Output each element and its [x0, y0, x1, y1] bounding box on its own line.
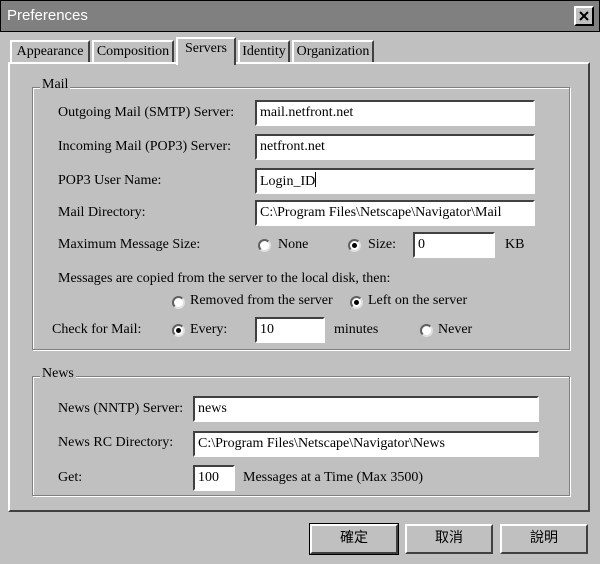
news-rc-label: News RC Directory: — [58, 435, 174, 450]
ok-button[interactable]: 確定 — [309, 523, 399, 555]
get-count-input[interactable]: 100 — [193, 465, 235, 491]
get-label: Get: — [58, 470, 83, 485]
check-interval-input[interactable]: 10 — [255, 317, 325, 343]
left-on-server-label: Left on the server — [368, 293, 468, 308]
pop3-label: Incoming Mail (POP3) Server: — [58, 139, 232, 154]
window-title: Preferences — [7, 7, 88, 24]
news-legend: News — [40, 366, 76, 382]
check-every-radio[interactable] — [172, 324, 185, 337]
check-never-radio[interactable] — [420, 324, 433, 337]
tab-servers[interactable]: Servers — [176, 37, 236, 65]
tab-appearance[interactable]: Appearance — [10, 40, 90, 62]
pop3-username-input[interactable]: Login_ID — [255, 168, 535, 194]
pop3-server-input[interactable]: netfront.net — [255, 134, 535, 160]
text-cursor — [315, 172, 317, 187]
check-never-label: Never — [438, 322, 473, 337]
smtp-label: Outgoing Mail (SMTP) Server: — [58, 105, 235, 120]
check-interval-unit: minutes — [334, 322, 379, 337]
tab-organization[interactable]: Organization — [292, 40, 374, 62]
max-size-none-radio[interactable] — [258, 239, 271, 252]
username-label: POP3 User Name: — [58, 173, 162, 188]
max-size-size-label: Size: — [368, 237, 396, 252]
news-server-input[interactable]: news — [193, 396, 539, 422]
removed-from-server-radio[interactable] — [172, 296, 185, 309]
max-size-none-label: None — [278, 237, 309, 252]
check-every-label: Every: — [190, 322, 228, 337]
check-mail-label: Check for Mail: — [52, 322, 142, 337]
help-button[interactable]: 說明 — [500, 524, 588, 554]
max-size-input[interactable]: 0 — [413, 232, 495, 258]
max-size-label: Maximum Message Size: — [58, 237, 201, 252]
news-rc-directory-input[interactable]: C:\Program Files\Netscape\Navigator\News — [193, 431, 539, 457]
cancel-button[interactable]: 取消 — [405, 524, 493, 554]
username-value: Login_ID — [260, 174, 316, 189]
close-button[interactable] — [574, 6, 594, 26]
copy-description: Messages are copied from the server to t… — [58, 271, 391, 286]
removed-from-server-label: Removed from the server — [190, 293, 333, 308]
get-suffix-label: Messages at a Time (Max 3500) — [243, 470, 424, 485]
mail-directory-label: Mail Directory: — [58, 205, 146, 220]
tab-composition[interactable]: Composition — [92, 40, 174, 62]
mail-directory-input[interactable]: C:\Program Files\Netscape\Navigator\Mail — [255, 200, 535, 226]
close-icon — [579, 11, 589, 21]
title-bar: Preferences — [0, 0, 600, 32]
max-size-size-radio[interactable] — [348, 239, 361, 252]
tab-identity[interactable]: Identity — [238, 40, 290, 62]
news-server-label: News (NNTP) Server: — [58, 401, 184, 416]
mail-legend: Mail — [40, 77, 71, 93]
smtp-server-input[interactable]: mail.netfront.net — [255, 100, 535, 126]
max-size-unit: KB — [505, 237, 525, 252]
left-on-server-radio[interactable] — [350, 296, 363, 309]
